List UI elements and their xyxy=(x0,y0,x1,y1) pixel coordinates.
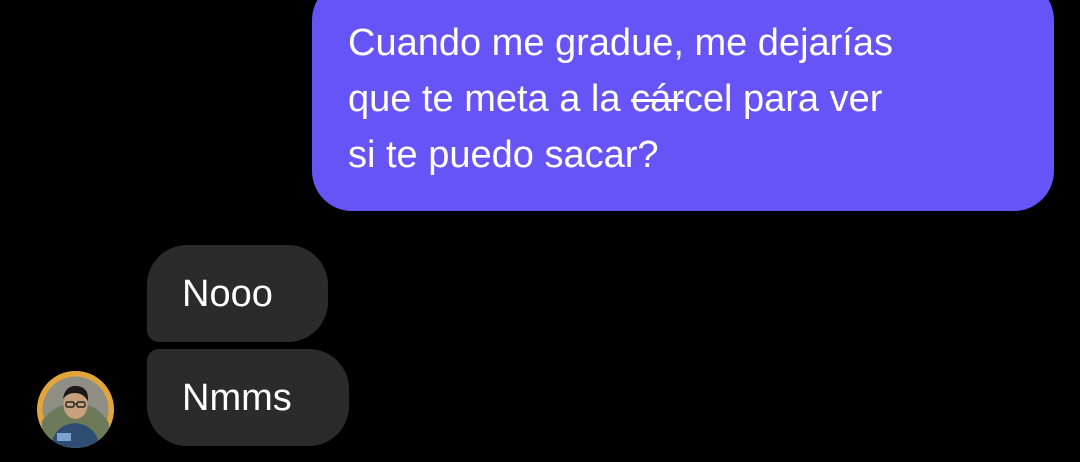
avatar-photo-icon xyxy=(37,371,114,448)
incoming-message-bubble[interactable]: Nooo xyxy=(147,245,328,342)
message-text: Nmms xyxy=(182,377,292,419)
outgoing-message-bubble[interactable]: Cuando me gradue, me dejarías que te met… xyxy=(312,0,1054,211)
incoming-message-bubble[interactable]: Nmms xyxy=(147,349,349,446)
message-line: si te puedo sacar? xyxy=(348,134,659,176)
strikethrough-text: cár xyxy=(631,78,684,120)
message-line: que te meta a la cárcel para ver xyxy=(348,78,883,120)
message-text: Nooo xyxy=(182,273,273,315)
chat-thread: Cuando me gradue, me dejarías que te met… xyxy=(0,0,1080,462)
contact-avatar[interactable] xyxy=(37,371,114,448)
message-line: Cuando me gradue, me dejarías xyxy=(348,22,893,64)
